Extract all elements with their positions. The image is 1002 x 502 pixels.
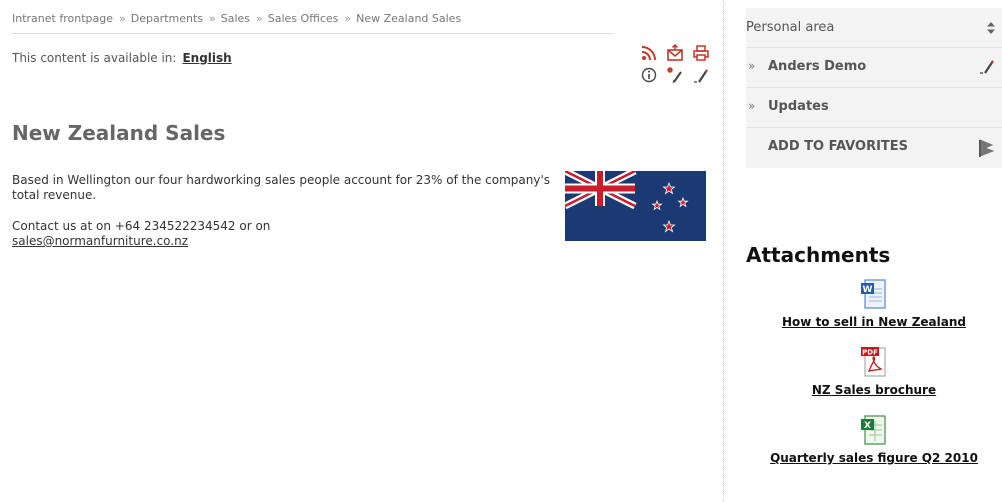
svg-text:W: W	[863, 285, 873, 295]
word-icon[interactable]: W	[859, 277, 889, 311]
personal-area-item-updates[interactable]: » Updates	[746, 88, 1002, 128]
breadcrumb-separator: »	[118, 12, 126, 25]
edit-icon[interactable]	[978, 57, 996, 75]
personal-area-label[interactable]: Updates	[768, 99, 829, 114]
personal-area-title: Personal area	[746, 20, 835, 35]
excel-icon[interactable]: X	[859, 413, 889, 447]
sort-arrows-icon[interactable]	[986, 20, 996, 34]
new-page-icon[interactable]	[666, 66, 684, 84]
sidebar: Personal area » Anders Demo » Updates AD…	[724, 0, 1002, 502]
contact-paragraph: Contact us at on +64 234522234542 or on s…	[12, 219, 552, 249]
breadcrumb-separator: »	[209, 12, 216, 25]
bullet-icon: »	[748, 99, 756, 113]
attachments-title: Attachments	[746, 243, 891, 267]
add-to-favorites-label[interactable]: ADD TO FAVORITES	[768, 139, 908, 154]
new-zealand-flag-image	[563, 167, 706, 241]
attachment-item: X Quarterly sales figure Q2 2010	[746, 413, 1002, 465]
attachment-link[interactable]: How to sell in New Zealand	[746, 315, 1002, 329]
personal-area-panel: Personal area » Anders Demo » Updates AD…	[746, 8, 1002, 168]
personal-area-header[interactable]: Personal area	[746, 8, 1002, 48]
attachment-item: PDF NZ Sales brochure	[746, 345, 1002, 397]
breadcrumb-separator: »	[344, 12, 352, 25]
breadcrumb-item[interactable]: Intranet frontpage	[12, 12, 113, 25]
page-toolbar	[640, 44, 720, 88]
personal-area-label[interactable]: Anders Demo	[768, 59, 866, 74]
language-prefix: This content is available in:	[12, 51, 177, 65]
language-selector: This content is available in: English	[12, 51, 232, 65]
contact-text: Contact us at on +64 234522234542 or on	[12, 219, 271, 233]
personal-area-item-anders-demo[interactable]: » Anders Demo	[746, 48, 1002, 88]
main-content: Intranet frontpage » Departments » Sales » Sal…	[0, 0, 722, 502]
breadcrumb-item[interactable]: Sales	[221, 12, 250, 25]
attachment-link[interactable]: NZ Sales brochure	[746, 383, 1002, 397]
page-title: New Zealand Sales	[12, 121, 226, 145]
svg-text:PDF: PDF	[862, 349, 878, 357]
rss-icon[interactable]	[640, 44, 658, 62]
breadcrumb-current: New Zealand Sales	[356, 12, 462, 25]
language-link-english[interactable]: English	[182, 51, 231, 65]
breadcrumb: Intranet frontpage » Departments » Sales » Sal…	[12, 12, 461, 25]
favorites-icon[interactable]	[976, 137, 998, 159]
breadcrumb-divider	[12, 33, 614, 34]
add-to-favorites-button[interactable]: ADD TO FAVORITES	[746, 128, 1002, 168]
attachment-item: W How to sell in New Zealand	[746, 277, 1002, 329]
article-paragraph: Based in Wellington our four hardworking…	[12, 173, 551, 202]
print-icon[interactable]	[692, 44, 710, 62]
attachment-link[interactable]: Quarterly sales figure Q2 2010	[746, 451, 1002, 465]
edit-icon[interactable]	[692, 66, 710, 84]
contact-email-link[interactable]: sales@normanfurniture.co.nz	[12, 234, 188, 248]
pdf-icon[interactable]: PDF	[859, 345, 889, 379]
breadcrumb-separator: »	[256, 12, 263, 25]
bullet-icon: »	[748, 59, 756, 73]
email-icon[interactable]	[666, 44, 684, 62]
info-icon[interactable]	[640, 66, 658, 84]
breadcrumb-item[interactable]: Sales Offices	[268, 12, 339, 25]
article-body: Based in Wellington our four hardworking…	[12, 173, 552, 265]
svg-text:X: X	[864, 421, 871, 431]
breadcrumb-item[interactable]: Departments	[131, 12, 203, 25]
